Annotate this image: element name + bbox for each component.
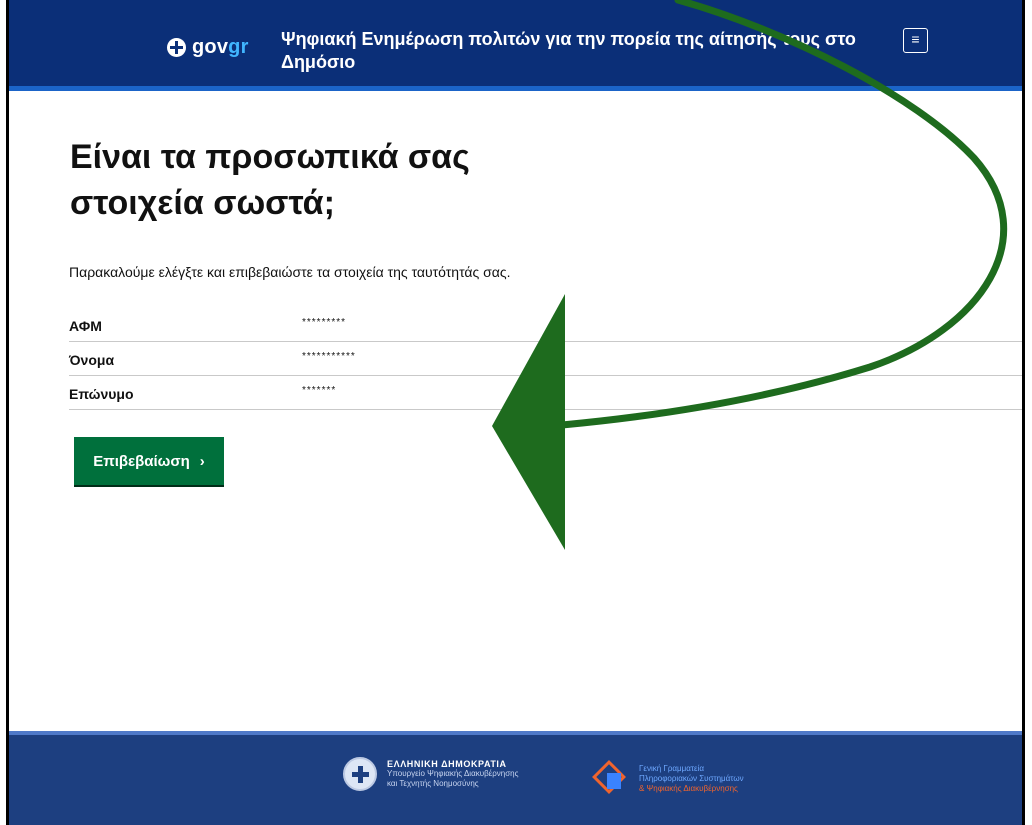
gsis-text: Γενική Γραμματεία Πληροφοριακών Συστημάτ… xyxy=(639,764,744,794)
ministry-subtitle-2: και Τεχνητής Νοημοσύνης xyxy=(387,779,479,788)
personal-details-list: ΑΦΜ ********* Όνομα *********** Επώνυμο … xyxy=(69,308,1022,410)
service-title: Ψηφιακή Ενημέρωση πολιτών για την πορεία… xyxy=(281,29,856,72)
menu-button[interactable]: ≡ xyxy=(903,28,928,53)
confirm-button-label: Επιβεβαίωση xyxy=(93,452,190,470)
site-header: govgr Ψηφιακή Ενημέρωση πολιτών για την … xyxy=(9,0,1022,91)
ministry-title: ΕΛΛΗΝΙΚΗ ΔΗΜΟΚΡΑΤΙΑ xyxy=(387,759,507,769)
detail-label: Όνομα xyxy=(69,352,115,368)
logo-text: govgr xyxy=(192,36,249,58)
ministry-subtitle-1: Υπουργείο Ψηφιακής Διακυβέρνησης xyxy=(387,769,519,778)
detail-row-afm: ΑΦΜ ********* xyxy=(69,308,1022,342)
gsis-emblem-icon xyxy=(592,760,629,797)
gsis-line-3: & Ψηφιακής Διακυβέρνησης xyxy=(639,784,738,793)
browser-frame: govgr Ψηφιακή Ενημέρωση πολιτών για την … xyxy=(6,0,1025,825)
detail-row-name: Όνομα *********** xyxy=(69,342,1022,376)
ministry-logo[interactable]: ΕΛΛΗΝΙΚΗ ΔΗΜΟΚΡΑΤΙΑ Υπουργείο Ψηφιακής Δ… xyxy=(343,757,518,791)
gsis-line-1: Γενική Γραμματεία xyxy=(639,764,704,773)
gsis-line-2: Πληροφοριακών Συστημάτων xyxy=(639,774,744,783)
ministry-text: ΕΛΛΗΝΙΚΗ ΔΗΜΟΚΡΑΤΙΑ Υπουργείο Ψηφιακής Δ… xyxy=(387,759,518,789)
gsis-logo[interactable]: Γενική Γραμματεία Πληροφοριακών Συστημάτ… xyxy=(592,760,744,797)
greek-seal-icon xyxy=(343,757,377,791)
detail-value: ********* xyxy=(302,317,347,328)
detail-value: *********** xyxy=(302,351,356,362)
detail-value: ******* xyxy=(302,385,337,396)
govgr-emblem-icon xyxy=(167,38,186,57)
intro-text: Παρακαλούμε ελέγξτε και επιβεβαιώστε τα … xyxy=(69,264,511,280)
chevron-right-icon: › xyxy=(199,452,205,470)
detail-label: Επώνυμο xyxy=(69,386,134,402)
detail-row-surname: Επώνυμο ******* xyxy=(69,376,1022,410)
confirm-button[interactable]: Επιβεβαίωση › xyxy=(74,437,224,485)
govgr-logo[interactable]: govgr xyxy=(167,36,249,59)
detail-label: ΑΦΜ xyxy=(69,318,102,334)
site-footer: ΕΛΛΗΝΙΚΗ ΔΗΜΟΚΡΑΤΙΑ Υπουργείο Ψηφιακής Δ… xyxy=(9,731,1022,825)
page-title: Είναι τα προσωπικά σας στοιχεία σωστά; xyxy=(70,138,470,222)
